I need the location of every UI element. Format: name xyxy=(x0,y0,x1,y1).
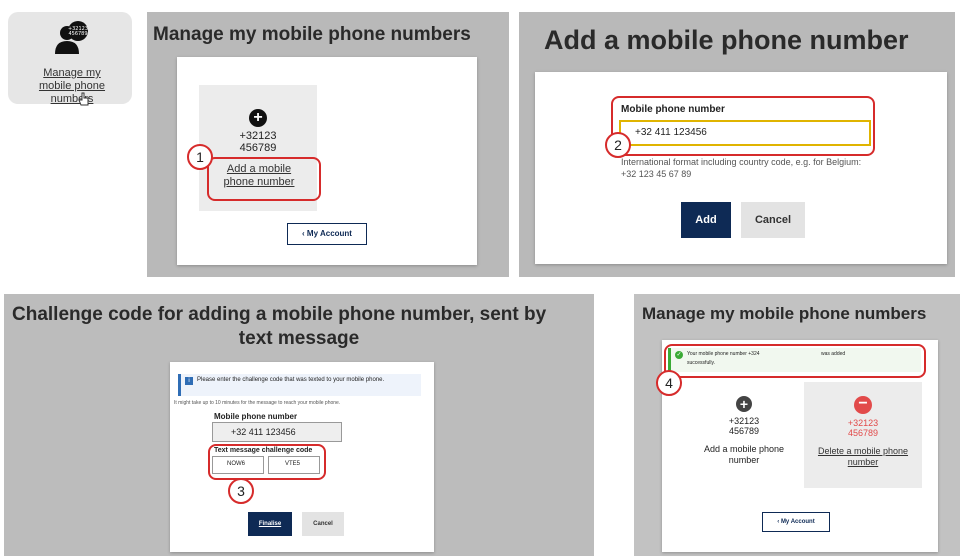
delay-note: It might take up to 10 minutes for the m… xyxy=(174,400,341,406)
phone-number-line1: +32123 xyxy=(847,418,879,428)
highlight-code-field xyxy=(208,444,326,480)
delete-number-tile[interactable]: − +32123 456789 Delete a mobile phone nu… xyxy=(804,382,922,488)
manage-card: + +32123 456789 Add a mobile phone numbe… xyxy=(177,57,477,265)
add-button[interactable]: Add xyxy=(681,202,731,238)
manage-numbers-tile[interactable]: +32123 456789 Manage my mobile phone num… xyxy=(8,12,132,106)
highlight-success xyxy=(664,344,926,378)
delete-icon: − xyxy=(854,396,872,414)
number-field-value: +32 411 123456 xyxy=(231,427,296,437)
delete-number-link[interactable]: Delete a mobile phone number xyxy=(810,446,916,468)
add-number-card: Mobile phone number +32 411 123456 2 Int… xyxy=(535,72,947,264)
add-icon: + xyxy=(249,109,267,127)
cancel-button[interactable]: Cancel xyxy=(302,512,344,536)
phone-number-line1: +32123 xyxy=(239,130,277,142)
step-1-marker: 1 xyxy=(187,144,213,170)
number-label: Mobile phone number xyxy=(214,412,298,421)
result-card: ✓ Your mobile phone number +324 was adde… xyxy=(656,340,938,552)
panel-manage-numbers-result: Manage my mobile phone numbers ✓ Your mo… xyxy=(634,294,960,556)
add-number-tile[interactable]: + +32123 456789 Add a mobile phone numbe… xyxy=(692,390,796,470)
info-icon: i xyxy=(185,377,193,385)
panel-title: Add a mobile phone number xyxy=(544,25,909,55)
panel-title-line2: text message xyxy=(238,328,360,349)
phone-number-line1: +32123 xyxy=(728,416,760,426)
user-phone-icon: +32123 456789 xyxy=(55,21,88,54)
my-account-label: My Account xyxy=(306,229,352,238)
info-text: Please enter the challenge code that was… xyxy=(197,377,385,383)
step-2-marker: 2 xyxy=(605,132,631,158)
challenge-card: i Please enter the challenge code that w… xyxy=(170,362,434,552)
phone-number-line2: 456789 xyxy=(728,426,760,436)
hand-cursor-icon xyxy=(78,92,89,106)
format-hint: International format including country c… xyxy=(621,157,862,179)
cancel-button[interactable]: Cancel xyxy=(741,202,805,238)
phone-number-line2: 456789 xyxy=(239,142,277,154)
panel-manage-numbers: Manage my mobile phone numbers + +32123 … xyxy=(147,12,509,277)
manage-numbers-link[interactable]: Manage my mobile phone numbers xyxy=(26,67,118,106)
number-field: +32 411 123456 xyxy=(212,422,342,442)
highlight-add-link xyxy=(207,157,321,201)
phone-number-line2: 456789 xyxy=(847,428,879,438)
panel-add-number: Add a mobile phone number Mobile phone n… xyxy=(519,12,955,277)
finalise-button[interactable]: Finalise xyxy=(248,512,292,536)
panel-challenge-code: Challenge code for adding a mobile phone… xyxy=(4,294,594,556)
my-account-button[interactable]: ‹ My Account xyxy=(287,223,367,245)
step-3-marker: 3 xyxy=(228,478,254,504)
panel-title: Manage my mobile phone numbers xyxy=(642,304,927,323)
panel-title-line1: Challenge code for adding a mobile phone… xyxy=(12,304,547,325)
my-account-button[interactable]: ‹ My Account xyxy=(762,512,830,532)
add-number-label[interactable]: Add a mobile phone number xyxy=(698,444,790,466)
step-4-marker: 4 xyxy=(656,370,682,396)
add-icon: + xyxy=(736,396,752,412)
highlight-number-field xyxy=(611,96,875,156)
info-banner: i Please enter the challenge code that w… xyxy=(178,374,421,396)
svg-text:456789: 456789 xyxy=(68,31,87,37)
panel-title: Manage my mobile phone numbers xyxy=(153,24,471,45)
my-account-label: My Account xyxy=(780,519,815,525)
